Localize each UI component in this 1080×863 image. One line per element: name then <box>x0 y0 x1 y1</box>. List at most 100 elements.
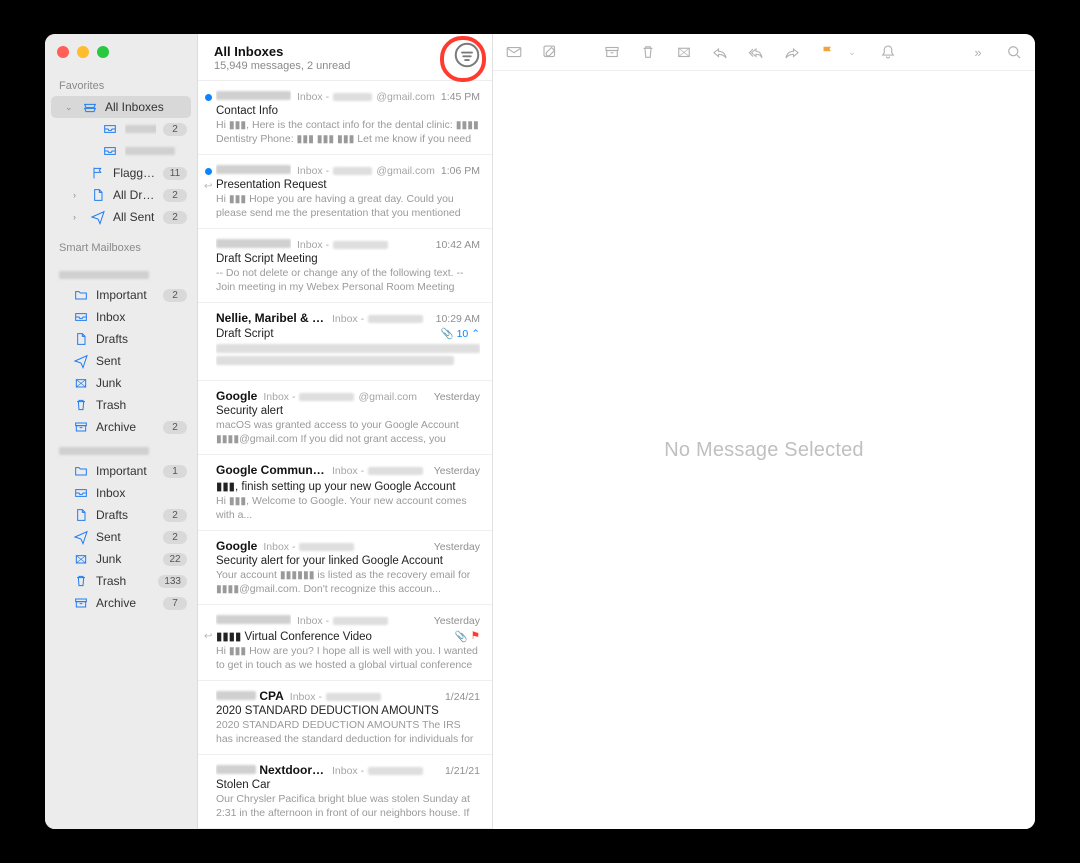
compose-button[interactable] <box>541 43 559 61</box>
message-sender: Nextdoor ▮▮▮▮▮ <box>216 763 326 777</box>
message-row[interactable]: Google Community TeamInbox - Yesterday▮▮… <box>198 455 492 531</box>
trash-icon <box>639 43 657 61</box>
trash-icon <box>73 573 89 589</box>
message-row[interactable]: ↩Inbox - @gmail.com1:06 PMPresentation R… <box>198 155 492 229</box>
new-mail-button[interactable] <box>505 43 523 61</box>
search-button[interactable] <box>1005 43 1023 61</box>
reply-icon <box>711 43 729 61</box>
sidebar-item-acct-b-important[interactable]: Important1 <box>45 460 197 482</box>
message-mailbox: Inbox - <box>263 541 427 553</box>
sent-icon <box>73 353 89 369</box>
attachment-icon: 📎 <box>455 630 468 643</box>
minimize-window-button[interactable] <box>77 46 89 58</box>
archive-button[interactable] <box>603 43 621 61</box>
mute-button[interactable] <box>879 43 897 61</box>
count-badge: 22 <box>163 553 187 566</box>
reply-all-button[interactable] <box>747 43 765 61</box>
delete-button[interactable] <box>639 43 657 61</box>
message-sender: Google <box>216 539 257 553</box>
forward-button[interactable] <box>783 43 801 61</box>
sidebar-item-acct-b-sent[interactable]: Sent2 <box>45 526 197 548</box>
zoom-window-button[interactable] <box>97 46 109 58</box>
flag-menu-chevron[interactable]: ⌄ <box>843 43 861 61</box>
junk-icon <box>73 551 89 567</box>
sidebar-item-acct-a-important[interactable]: Important2 <box>45 284 197 306</box>
message-preview: 2020 STANDARD DEDUCTION AMOUNTS The IRS … <box>216 718 480 746</box>
message-list[interactable]: Inbox - @gmail.com1:45 PMContact InfoHi … <box>198 81 492 829</box>
doc-icon <box>90 187 106 203</box>
message-subject: Presentation Request <box>216 179 480 191</box>
sidebar-item-acct-a-inbox[interactable]: Inbox <box>45 306 197 328</box>
message-subject: Draft Script📎10 ⌃ <box>216 327 480 340</box>
message-sender <box>216 613 291 627</box>
content-pane: ⌄ » No Message Selected <box>493 34 1035 829</box>
message-row[interactable]: ↩Inbox - Yesterday▮▮▮▮ Virtual Conferenc… <box>198 605 492 681</box>
close-window-button[interactable] <box>57 46 69 58</box>
doc-icon <box>73 331 89 347</box>
message-subject: Stolen Car <box>216 779 480 791</box>
sidebar-item-acct-b-junk[interactable]: Junk 22 <box>45 548 197 570</box>
sidebar-item-acct1[interactable]: @g...2 <box>45 118 197 140</box>
annotation-highlight-ring <box>440 36 486 82</box>
account-header-acct-b[interactable] <box>45 438 197 460</box>
favorites-section: Favorites ⌄All Inboxes @g...2Flagged11›A… <box>45 70 197 232</box>
message-mailbox: Inbox - <box>332 765 439 777</box>
sidebar-item-acct-a-sent[interactable]: Sent <box>45 350 197 372</box>
sidebar-item-label: Inbox <box>96 486 187 500</box>
sidebar-item-flagged[interactable]: Flagged 11 <box>45 162 197 184</box>
sent-icon <box>73 529 89 545</box>
message-time: 10:29 AM <box>436 313 480 325</box>
attachment-icon: 📎 <box>441 327 454 340</box>
sidebar-item-all-sent[interactable]: ›All Sent2 <box>45 206 197 228</box>
reply-all-icon <box>747 43 765 61</box>
message-subject: ▮▮▮▮ Virtual Conference Video📎⚑ <box>216 629 480 643</box>
sidebar-item-acct-a-trash[interactable]: Trash <box>45 394 197 416</box>
count-badge: 133 <box>158 575 187 588</box>
sidebar-item-label: Important <box>96 464 156 478</box>
sidebar-item-acct-b-archive[interactable]: Archive7 <box>45 592 197 614</box>
mail-window: Favorites ⌄All Inboxes @g...2Flagged11›A… <box>45 34 1035 829</box>
sidebar-item-label: Junk <box>96 552 156 566</box>
message-list-header: All Inboxes 15,949 messages, 2 unread <box>198 34 492 81</box>
sidebar-item-acct-b-drafts[interactable]: Drafts2 <box>45 504 197 526</box>
message-row[interactable]: Nellie, Maribel & ScottInbox - 10:29 AMD… <box>198 303 492 381</box>
sidebar-item-acct-b-trash[interactable]: Trash133 <box>45 570 197 592</box>
message-row[interactable]: CPAInbox - 1/24/212020 STANDARD DEDUCTIO… <box>198 681 492 755</box>
message-time: 10:42 AM <box>436 239 480 251</box>
folder-icon <box>73 463 89 479</box>
archive-icon <box>73 419 89 435</box>
junk-icon <box>73 375 89 391</box>
archive-icon <box>603 43 621 61</box>
message-row[interactable]: Inbox - @gmail.com1:45 PMContact InfoHi … <box>198 81 492 155</box>
message-row[interactable]: GoogleInbox - @gmail.comYesterdaySecurit… <box>198 381 492 455</box>
inbox-icon <box>73 309 89 325</box>
sidebar-item-all-inboxes[interactable]: ⌄All Inboxes <box>51 96 191 118</box>
sidebar-item-label: All Sent <box>113 210 156 224</box>
message-row[interactable]: Nextdoor ▮▮▮▮▮Inbox - 1/21/21Stolen CarO… <box>198 755 492 829</box>
sidebar-item-acct-a-archive[interactable]: Archive2 <box>45 416 197 438</box>
message-subject: Security alert for your linked Google Ac… <box>216 555 480 567</box>
message-row[interactable]: GoogleInbox - YesterdaySecurity alert fo… <box>198 531 492 605</box>
junk-button[interactable] <box>675 43 693 61</box>
sidebar-item-label: Flagged <box>113 166 156 180</box>
message-sender <box>216 237 291 251</box>
message-preview: Hi ▮▮▮, Here is the contact info for the… <box>216 118 480 146</box>
message-preview: Hi ▮▮▮, Welcome to Google. Your new acco… <box>216 494 480 522</box>
account-header-acct-a[interactable] <box>45 262 197 284</box>
sidebar-item-acct2[interactable] <box>45 140 197 162</box>
message-mailbox: Inbox - <box>332 313 430 325</box>
sidebar-item-acct-a-drafts[interactable]: Drafts <box>45 328 197 350</box>
toolbar: ⌄ » <box>493 34 1035 71</box>
sidebar-item-acct-a-junk[interactable]: Junk <box>45 372 197 394</box>
sidebar-item-all-drafts[interactable]: ›All Drafts2 <box>45 184 197 206</box>
overflow-button[interactable]: » <box>969 43 987 61</box>
sidebar-item-acct-b-inbox[interactable]: Inbox <box>45 482 197 504</box>
reply-button[interactable] <box>711 43 729 61</box>
sidebar-item-label: Trash <box>96 398 187 412</box>
flag-button[interactable] <box>819 43 837 61</box>
count-badge: 2 <box>163 421 187 434</box>
message-row[interactable]: Inbox - 10:42 AMDraft Script Meeting-- D… <box>198 229 492 303</box>
count-badge: 11 <box>163 167 187 180</box>
window-controls <box>45 34 197 70</box>
message-preview: Our Chrysler Pacifica bright blue was st… <box>216 792 480 820</box>
